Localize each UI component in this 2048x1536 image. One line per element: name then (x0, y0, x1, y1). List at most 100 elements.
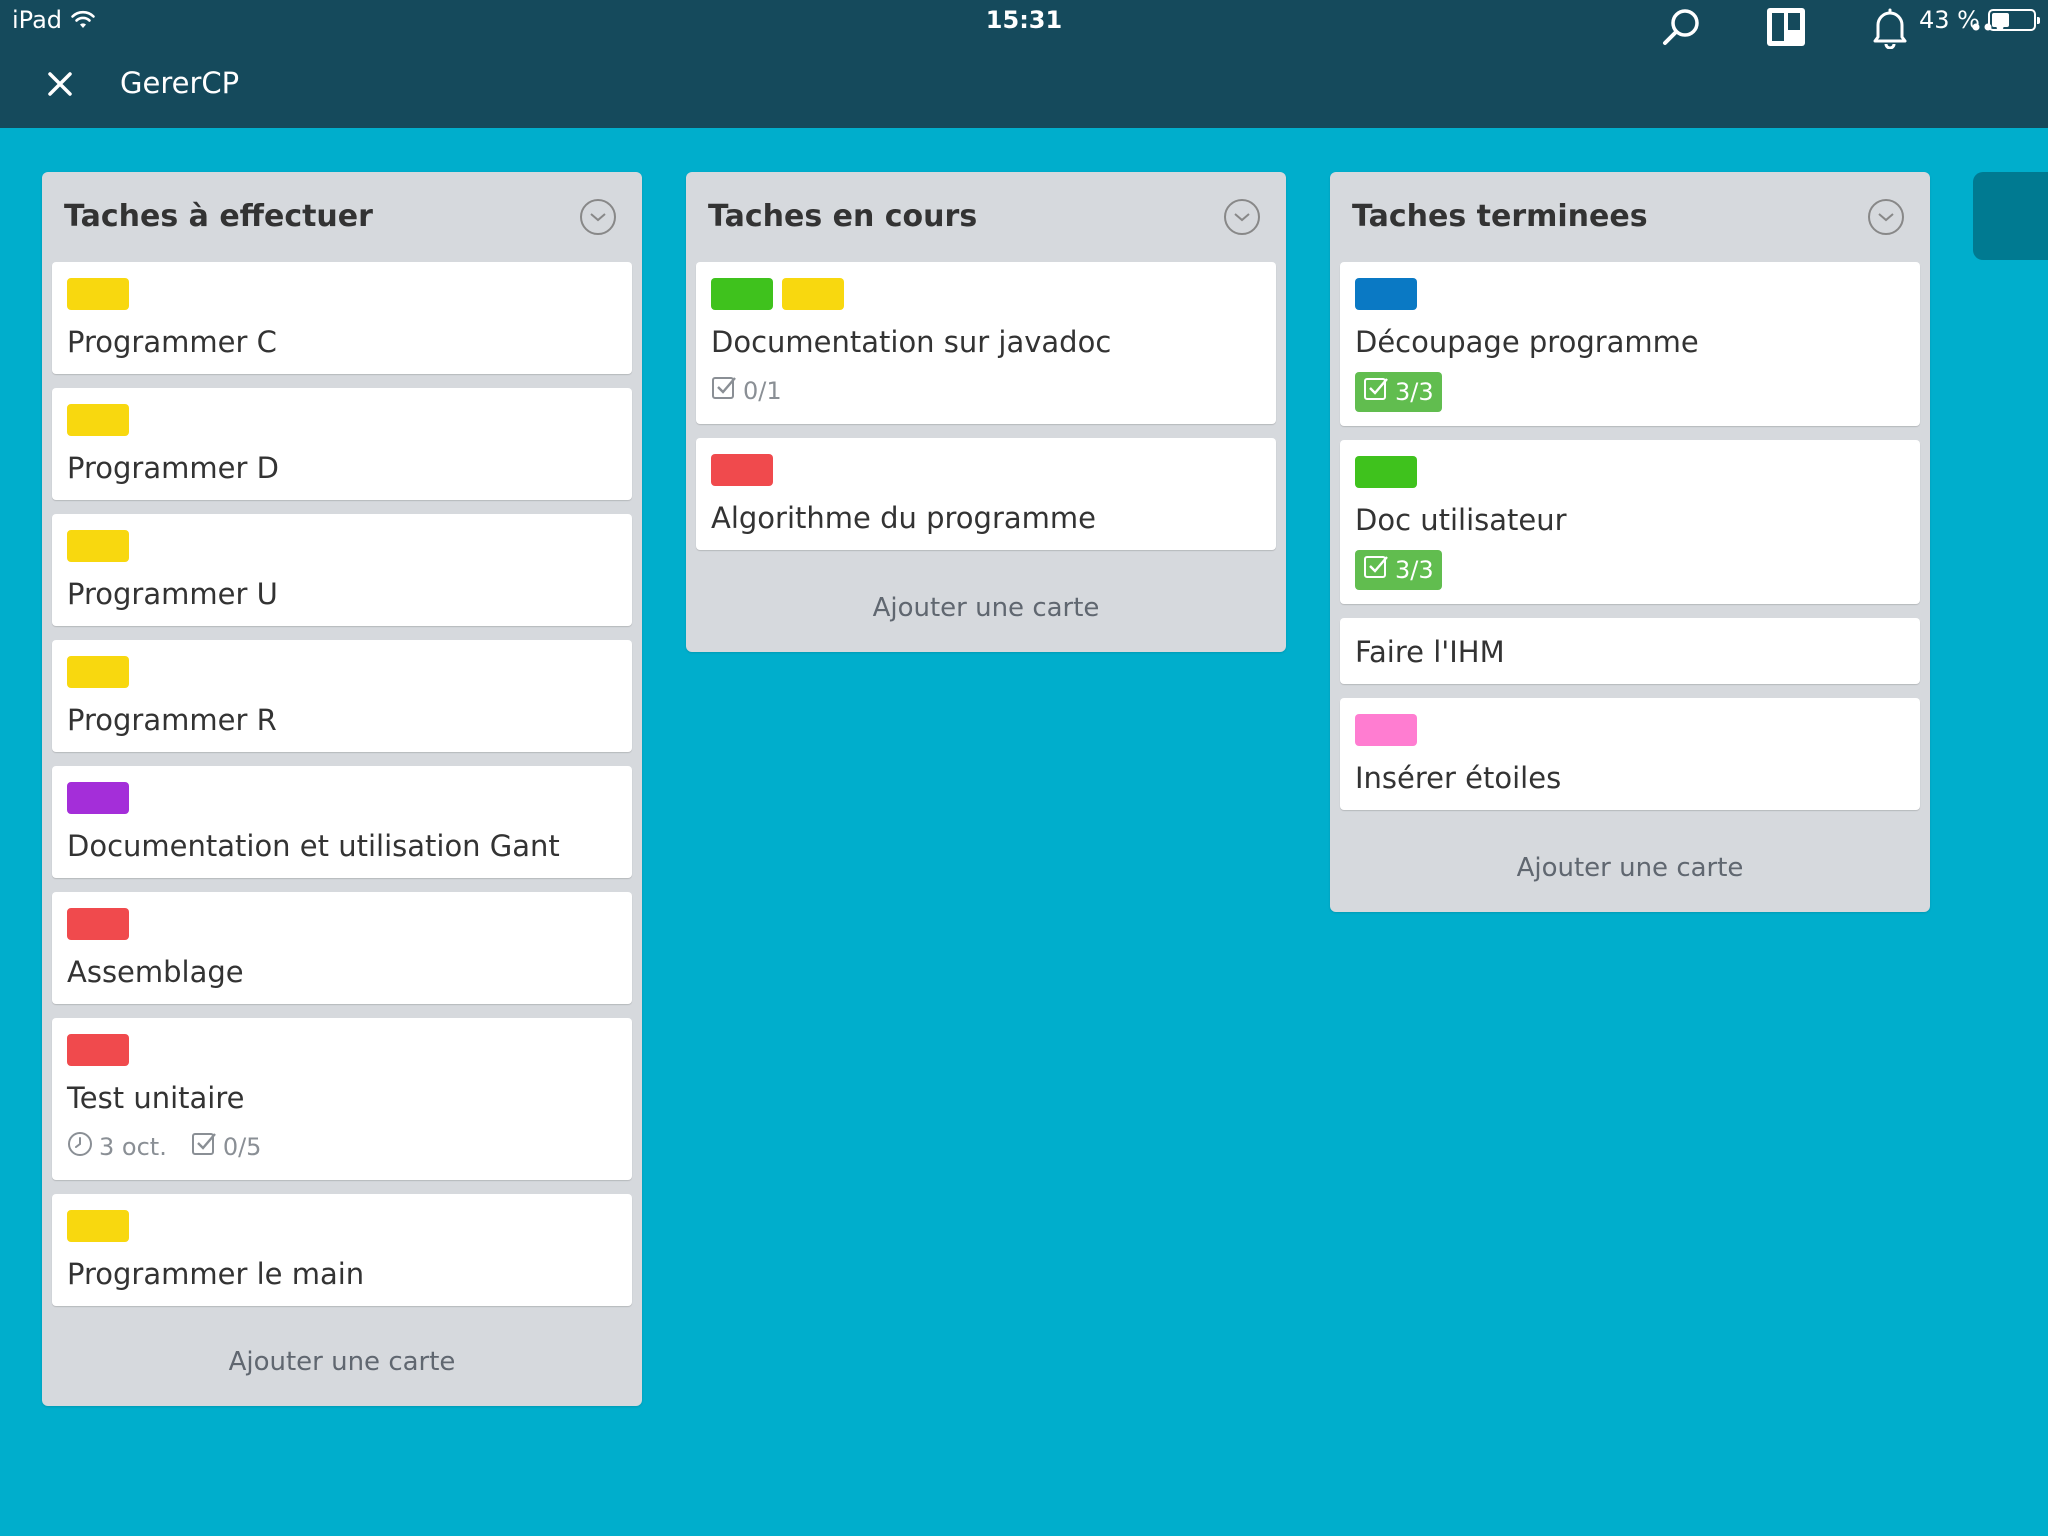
card-label (67, 404, 129, 436)
search-icon[interactable] (1654, 0, 1708, 54)
card-labels (67, 278, 617, 310)
card-badges: 3 oct. 0/5 (67, 1128, 617, 1166)
checklist-badge: 0/5 (191, 1128, 262, 1166)
list-title: Taches terminees (1352, 199, 1648, 234)
card-title: Programmer D (67, 451, 279, 485)
chevron-down-icon[interactable] (1224, 199, 1260, 235)
checklist-text: 3/3 (1395, 378, 1434, 406)
card-title: Documentation et utilisation Gant (67, 829, 560, 863)
list-title: Taches en cours (708, 199, 978, 234)
card-title: Algorithme du programme (711, 501, 1096, 535)
card[interactable]: Assemblage (52, 892, 632, 1004)
card-labels (67, 1210, 617, 1242)
checklist-text: 3/3 (1395, 556, 1434, 584)
checklist-icon (191, 1131, 217, 1163)
card[interactable]: Test unitaire 3 oct. 0/5 (52, 1018, 632, 1180)
card-title: Faire l'IHM (1355, 635, 1505, 669)
checklist-text: 0/1 (743, 377, 782, 405)
board-icon[interactable] (1759, 0, 1813, 54)
card-title: Assemblage (67, 955, 244, 989)
checklist-icon (1363, 376, 1389, 408)
checklist-icon (1363, 554, 1389, 586)
card[interactable]: Faire l'IHM (1340, 618, 1920, 684)
list-0: Taches à effectuer Programmer C Programmer… (42, 172, 642, 1406)
card-title: Insérer étoiles (1355, 761, 1562, 795)
top-bar: iPad 15:31 43 % GererCP (0, 0, 2048, 128)
card-label (711, 278, 773, 310)
card-labels (67, 530, 617, 562)
more-icon[interactable] (1961, 0, 2015, 54)
list-title: Taches à effectuer (64, 199, 373, 234)
card-label (67, 1210, 129, 1242)
card-labels (1355, 278, 1905, 310)
card[interactable]: Insérer étoiles (1340, 698, 1920, 810)
card[interactable]: Programmer D (52, 388, 632, 500)
card[interactable]: Programmer le main (52, 1194, 632, 1306)
card-badges: 0/1 (711, 372, 1261, 410)
card-labels (67, 1034, 617, 1066)
card-label (711, 454, 773, 486)
card-labels (711, 454, 1261, 486)
card-label (1355, 278, 1417, 310)
card-title: Découpage programme (1355, 325, 1699, 359)
add-card-button[interactable]: Ajouter une carte (42, 1318, 642, 1406)
card-title: Documentation sur javadoc (711, 325, 1112, 359)
card[interactable]: Documentation sur javadoc 0/1 (696, 262, 1276, 424)
card[interactable]: Algorithme du programme (696, 438, 1276, 550)
chevron-down-icon[interactable] (1868, 199, 1904, 235)
card-label (67, 656, 129, 688)
card-labels (1355, 714, 1905, 746)
card-title: Programmer le main (67, 1257, 365, 1291)
card-labels (1355, 456, 1905, 488)
checklist-badge: 3/3 (1355, 372, 1442, 412)
list-header: Taches terminees (1330, 172, 1930, 262)
card-title: Doc utilisateur (1355, 503, 1567, 537)
card-labels (67, 782, 617, 814)
clock-icon (67, 1131, 93, 1163)
list-header: Taches à effectuer (42, 172, 642, 262)
card-label (782, 278, 844, 310)
next-list-edge[interactable] (1973, 172, 2048, 260)
card-label (67, 278, 129, 310)
card-list[interactable]: Découpage programme 3/3 Doc utilisateur 3/3… (1330, 262, 1930, 824)
card[interactable]: Programmer R (52, 640, 632, 752)
card-list[interactable]: Documentation sur javadoc 0/1 Algorithme d… (686, 262, 1286, 564)
card-labels (67, 908, 617, 940)
list-1: Taches en cours Documentation sur javadoc… (686, 172, 1286, 652)
card-label (1355, 714, 1417, 746)
card-title: Programmer C (67, 325, 277, 359)
card[interactable]: Doc utilisateur 3/3 (1340, 440, 1920, 604)
card[interactable]: Documentation et utilisation Gant (52, 766, 632, 878)
status-time: 15:31 (985, 6, 1063, 34)
card[interactable]: Programmer C (52, 262, 632, 374)
add-card-button[interactable]: Ajouter une carte (686, 564, 1286, 652)
checklist-badge: 0/1 (711, 372, 782, 410)
list-header: Taches en cours (686, 172, 1286, 262)
card-label (67, 782, 129, 814)
due-date-badge: 3 oct. (67, 1128, 167, 1166)
card-title: Programmer U (67, 577, 278, 611)
card-labels (711, 278, 1261, 310)
card-badges: 3/3 (1355, 550, 1905, 590)
card[interactable]: Programmer U (52, 514, 632, 626)
bell-icon[interactable] (1863, 0, 1917, 54)
card-label (67, 1034, 129, 1066)
card-title: Test unitaire (67, 1081, 245, 1115)
due-date-text: 3 oct. (99, 1133, 167, 1161)
card-labels (67, 404, 617, 436)
card[interactable]: Découpage programme 3/3 (1340, 262, 1920, 426)
checklist-text: 0/5 (222, 1133, 262, 1161)
card-label (67, 530, 129, 562)
card-label (67, 908, 129, 940)
card-badges: 3/3 (1355, 372, 1905, 412)
checklist-badge: 3/3 (1355, 550, 1442, 590)
checklist-icon (711, 375, 737, 407)
card-list[interactable]: Programmer C Programmer D Programmer U Prog… (42, 262, 642, 1318)
card-title: Programmer R (67, 703, 277, 737)
list-2: Taches terminees Découpage programme 3/3 Do… (1330, 172, 1930, 912)
board-title: GererCP (120, 66, 240, 100)
card-labels (67, 656, 617, 688)
add-card-button[interactable]: Ajouter une carte (1330, 824, 1930, 912)
chevron-down-icon[interactable] (580, 199, 616, 235)
close-icon[interactable] (40, 64, 80, 104)
